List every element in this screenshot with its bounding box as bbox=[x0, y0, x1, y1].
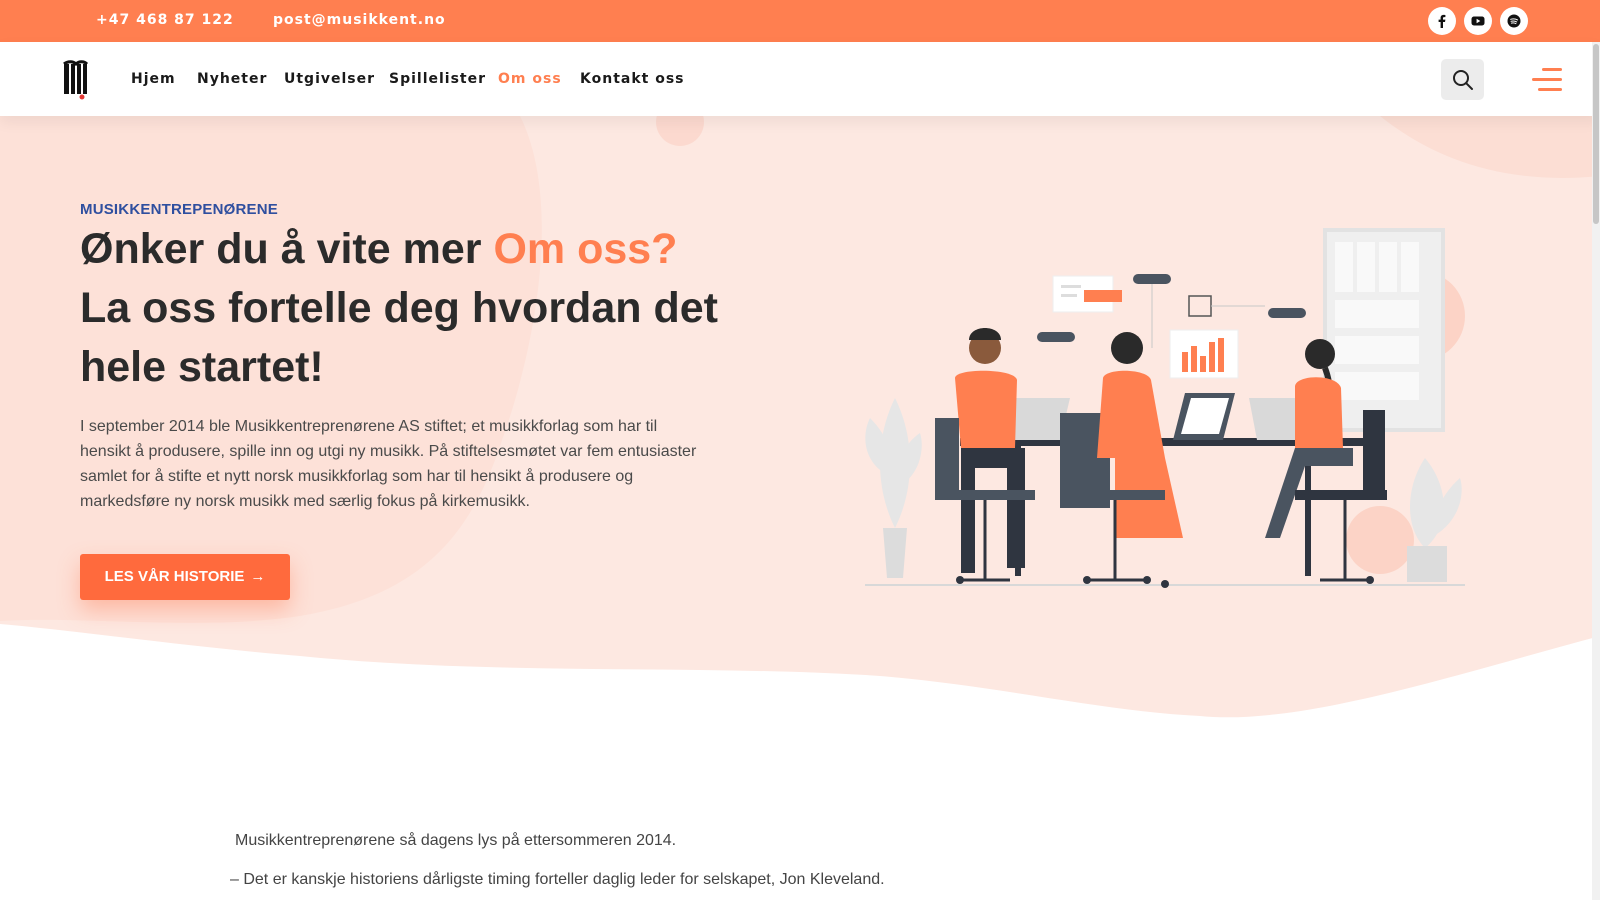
cta-label: LES VÅR HISTORIE bbox=[104, 568, 245, 585]
person-left bbox=[935, 328, 1035, 584]
headline-accent: Om oss? bbox=[493, 225, 678, 273]
phone-link[interactable]: +47 468 87 122 bbox=[96, 12, 234, 28]
page-scrollbar[interactable] bbox=[1592, 42, 1600, 900]
top-contact-bar: +47 468 87 122 post@musikkent.no bbox=[0, 0, 1600, 42]
person-middle bbox=[1060, 332, 1183, 588]
headline-text-end: La oss fortelle deg hvordan det hele sta… bbox=[80, 284, 718, 391]
search-icon bbox=[1453, 70, 1473, 90]
story-paragraph-2: – Det er kanskje historiens dårligste ti… bbox=[230, 871, 885, 888]
plant-left bbox=[865, 398, 922, 578]
facebook-icon[interactable] bbox=[1428, 7, 1456, 35]
search-button[interactable] bbox=[1441, 59, 1484, 100]
nav-item-hjem[interactable]: Hjem bbox=[131, 71, 176, 87]
team-meeting-illustration bbox=[865, 228, 1465, 588]
plant-right bbox=[1407, 458, 1462, 582]
youtube-icon[interactable] bbox=[1464, 7, 1492, 35]
main-navigation: Hjem Nyheter Utgivelser Spillelister Om … bbox=[0, 42, 1600, 116]
nav-item-nyheter[interactable]: Nyheter bbox=[197, 71, 267, 87]
hero-headline: Ønker du å vite mer Om oss? La oss forte… bbox=[80, 220, 730, 397]
nav-item-utgivelser[interactable]: Utgivelser bbox=[284, 71, 375, 87]
nav-item-spillelister[interactable]: Spillelister bbox=[389, 71, 486, 87]
read-our-story-button[interactable]: LES VÅR HISTORIE → bbox=[80, 554, 290, 600]
scrollbar-thumb[interactable] bbox=[1593, 44, 1599, 224]
site-logo[interactable] bbox=[62, 60, 90, 100]
nav-item-kontakt-oss[interactable]: Kontakt oss bbox=[580, 71, 685, 87]
nav-item-om-oss[interactable]: Om oss bbox=[498, 71, 562, 87]
spotify-icon[interactable] bbox=[1500, 7, 1528, 35]
story-paragraph-1: Musikkentreprenørene så dagens lys på et… bbox=[235, 832, 677, 849]
headline-text-start: Ønker du å vite mer bbox=[80, 225, 494, 273]
arrow-right-icon: → bbox=[250, 568, 266, 585]
hero-intro-paragraph: I september 2014 ble Musikkentreprenøren… bbox=[80, 418, 697, 510]
window-graphic bbox=[1323, 228, 1445, 432]
email-link[interactable]: post@musikkent.no bbox=[273, 12, 446, 28]
hero-eyebrow: MUSIKKENTREPENØRENE bbox=[80, 201, 278, 218]
hamburger-menu-icon[interactable] bbox=[1532, 68, 1562, 94]
